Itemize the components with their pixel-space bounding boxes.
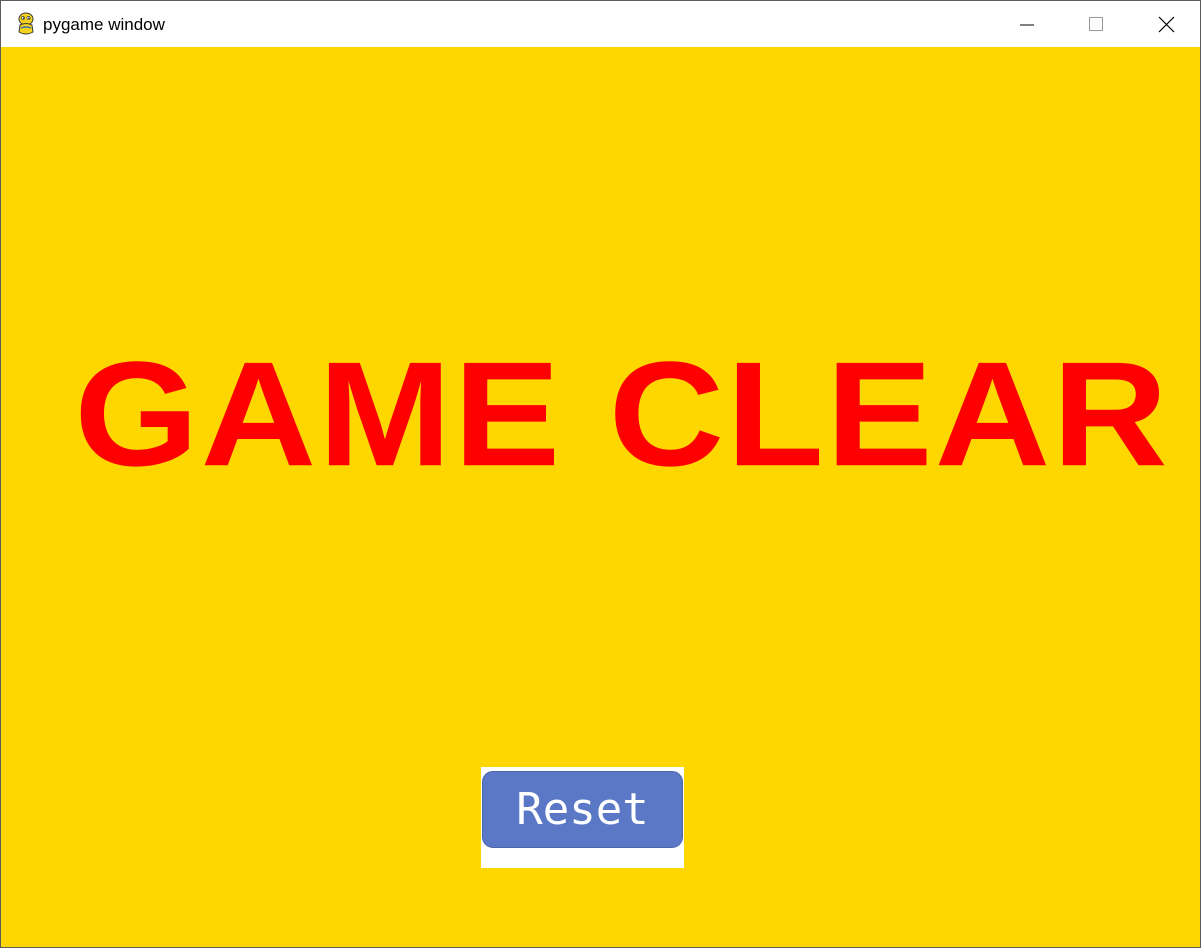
close-button[interactable] <box>1143 1 1189 47</box>
reset-button-backdrop: Reset <box>481 767 684 868</box>
pygame-window: pygame window GAME CLEAR Reset <box>0 0 1201 948</box>
game-canvas[interactable]: GAME CLEAR Reset <box>1 47 1200 947</box>
pygame-snake-icon <box>15 12 37 36</box>
minimize-icon <box>1020 24 1034 26</box>
maximize-icon <box>1089 17 1103 31</box>
game-clear-message: GAME CLEAR <box>74 330 1170 497</box>
title-bar[interactable]: pygame window <box>1 1 1200 47</box>
window-title: pygame window <box>43 15 165 34</box>
reset-button[interactable]: Reset <box>482 771 683 848</box>
close-icon <box>1158 16 1175 33</box>
maximize-button[interactable] <box>1073 1 1119 47</box>
minimize-button[interactable] <box>1003 1 1049 47</box>
